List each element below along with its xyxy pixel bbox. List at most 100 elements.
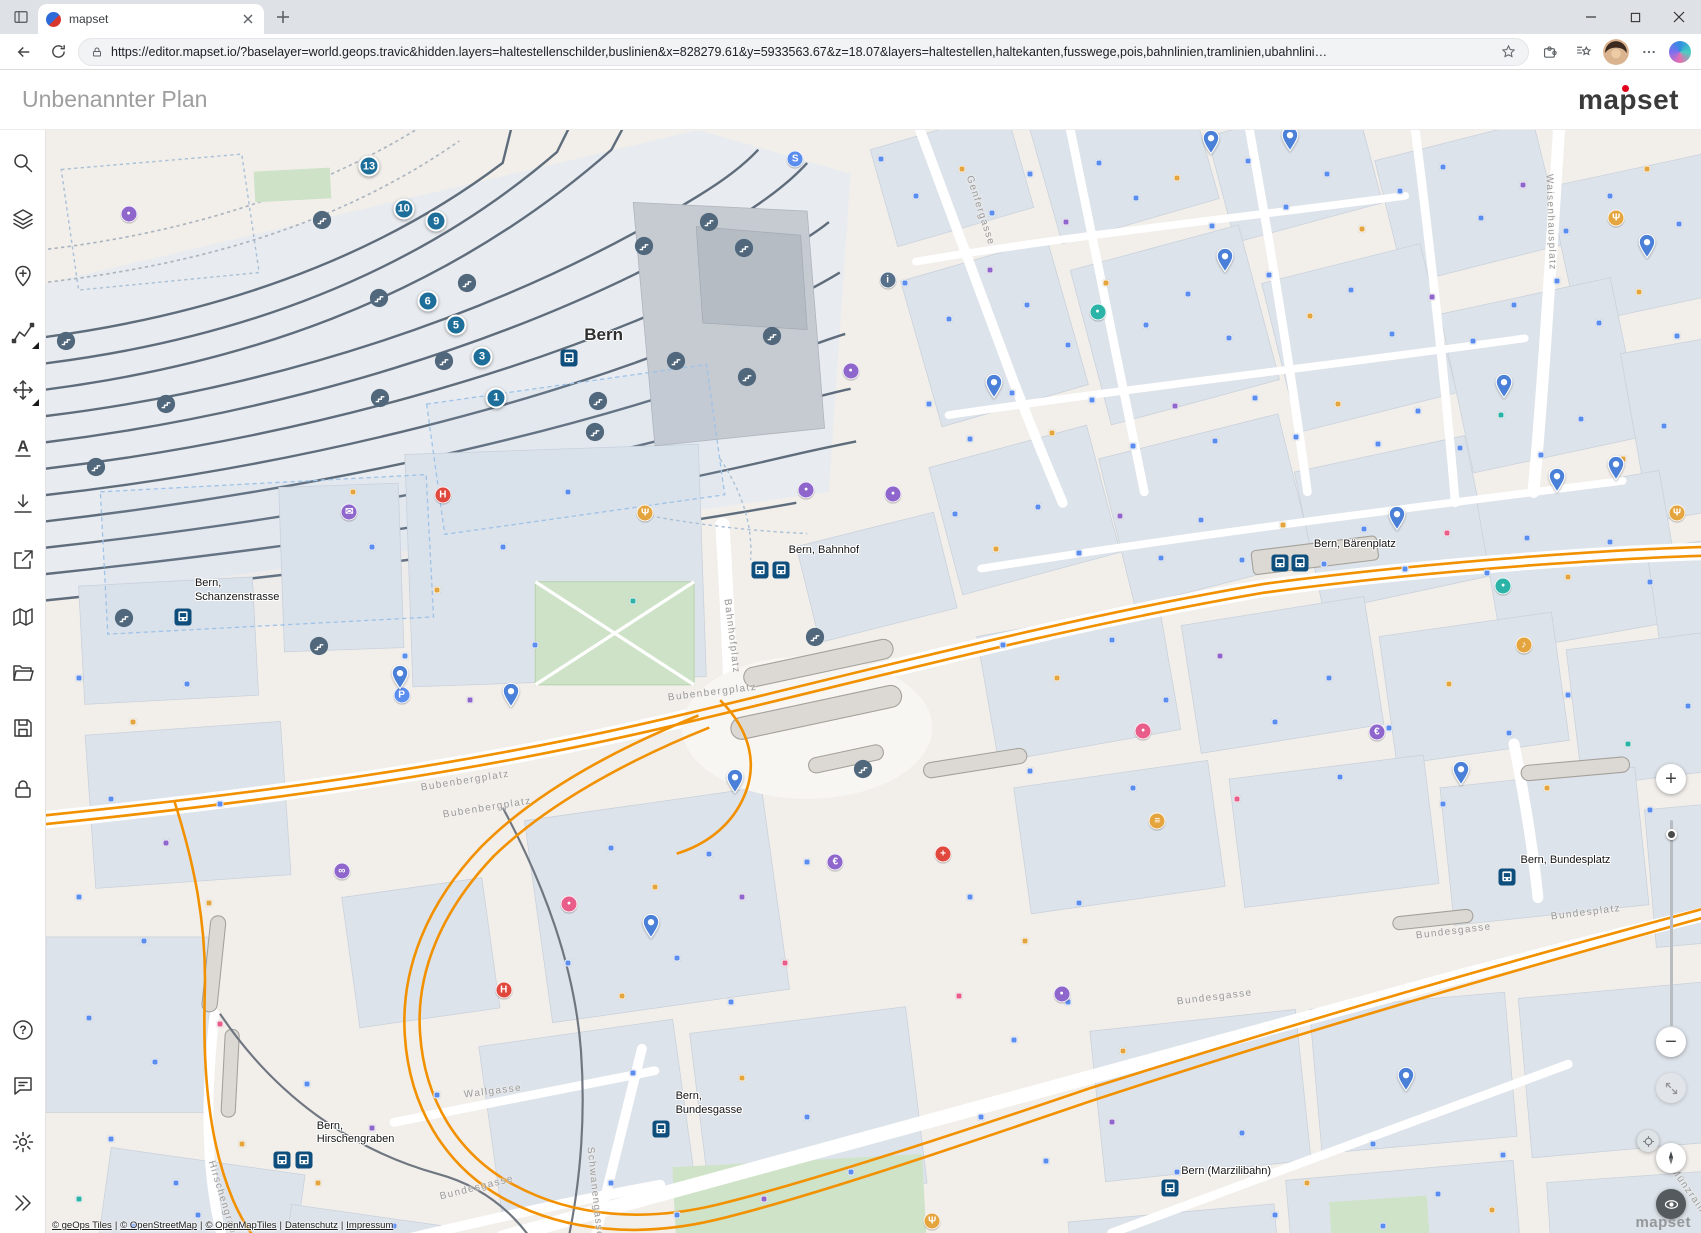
poi-square[interactable]	[1021, 938, 1028, 945]
geolocate-button[interactable]	[1637, 1130, 1659, 1152]
poi-square[interactable]	[1358, 225, 1365, 232]
save-tool-icon[interactable]	[11, 716, 35, 740]
poi-square[interactable]	[1306, 313, 1313, 320]
poi-square[interactable]	[184, 680, 191, 687]
poi-square[interactable]	[1239, 1130, 1246, 1137]
map-pin[interactable]	[1637, 233, 1657, 264]
poi-circle[interactable]: H	[495, 981, 512, 998]
attribution-link[interactable]: Datenschutz	[285, 1220, 338, 1231]
poi-square[interactable]	[1132, 194, 1139, 201]
attribution-link[interactable]: © OpenMapTiles	[205, 1220, 276, 1231]
poi-square[interactable]	[804, 1113, 811, 1120]
escalator-icon[interactable]	[700, 213, 719, 232]
poi-square[interactable]	[1429, 293, 1436, 300]
transit-stop-icon[interactable]	[752, 561, 769, 578]
platform-number-badge[interactable]: 9	[426, 211, 447, 232]
draw-line-tool-icon[interactable]	[11, 321, 35, 345]
poi-circle[interactable]: ∞	[333, 863, 350, 880]
poi-square[interactable]	[1280, 521, 1287, 528]
poi-square[interactable]	[1117, 512, 1124, 519]
poi-square[interactable]	[1497, 412, 1504, 419]
poi-square[interactable]	[1171, 403, 1178, 410]
poi-square[interactable]	[738, 1075, 745, 1082]
poi-square[interactable]	[238, 1141, 245, 1148]
poi-square[interactable]	[532, 642, 539, 649]
poi-circle[interactable]: •	[1053, 985, 1070, 1002]
poi-square[interactable]	[1266, 271, 1273, 278]
poi-square[interactable]	[1483, 569, 1490, 576]
close-icon[interactable]	[1657, 0, 1701, 34]
poi-square[interactable]	[728, 998, 735, 1005]
poi-square[interactable]	[1646, 806, 1653, 813]
poi-square[interactable]	[1415, 407, 1422, 414]
poi-square[interactable]	[1130, 784, 1137, 791]
poi-square[interactable]	[1336, 773, 1343, 780]
transit-stop-icon[interactable]	[295, 1151, 312, 1168]
add-location-tool-icon[interactable]	[11, 264, 35, 288]
poi-square[interactable]	[162, 839, 169, 846]
poi-circle[interactable]: •	[1089, 304, 1106, 321]
poi-square[interactable]	[1184, 291, 1191, 298]
poi-square[interactable]	[564, 960, 571, 967]
platform-number-badge[interactable]: 6	[417, 291, 438, 312]
escalator-icon[interactable]	[313, 210, 332, 229]
poi-square[interactable]	[1326, 675, 1333, 682]
transit-stop-icon[interactable]	[1162, 1180, 1179, 1197]
poi-square[interactable]	[1456, 444, 1463, 451]
poi-square[interactable]	[151, 1058, 158, 1065]
transit-stop-icon[interactable]	[561, 350, 578, 367]
poi-square[interactable]	[75, 1196, 82, 1203]
poi-square[interactable]	[314, 1179, 321, 1186]
poi-square[interactable]	[1565, 691, 1572, 698]
poi-square[interactable]	[1380, 1223, 1387, 1230]
platform-number-badge[interactable]: 13	[358, 156, 379, 177]
tab-close-icon[interactable]	[240, 11, 256, 27]
escalator-icon[interactable]	[805, 627, 824, 646]
poi-square[interactable]	[216, 1020, 223, 1027]
poi-circle[interactable]: •	[798, 481, 815, 498]
tab-layout-icon[interactable]	[8, 4, 34, 30]
escalator-icon[interactable]	[586, 422, 605, 441]
minimize-icon[interactable]	[1569, 0, 1613, 34]
poi-square[interactable]	[958, 166, 965, 173]
platform-number-badge[interactable]: 1	[486, 387, 507, 408]
poi-square[interactable]	[1385, 724, 1392, 731]
poi-square[interactable]	[1563, 227, 1570, 234]
poi-square[interactable]	[986, 267, 993, 274]
poi-square[interactable]	[967, 894, 974, 901]
poi-square[interactable]	[195, 1212, 202, 1219]
escalator-icon[interactable]	[434, 352, 453, 371]
transit-stop-icon[interactable]	[773, 561, 790, 578]
move-arrange-tool-icon[interactable]	[11, 378, 35, 402]
poi-square[interactable]	[1282, 203, 1289, 210]
open-folder-tool-icon[interactable]	[11, 661, 35, 685]
poi-square[interactable]	[1173, 1168, 1180, 1175]
map-pin[interactable]	[1494, 373, 1514, 404]
poi-square[interactable]	[1543, 784, 1550, 791]
poi-square[interactable]	[75, 675, 82, 682]
poi-square[interactable]	[1130, 442, 1137, 449]
help-icon[interactable]: ?	[11, 1018, 35, 1042]
poi-square[interactable]	[1095, 159, 1102, 166]
poi-circle[interactable]: ≡	[1149, 812, 1166, 829]
poi-square[interactable]	[1510, 302, 1517, 309]
poi-square[interactable]	[847, 1168, 854, 1175]
poi-square[interactable]	[1519, 181, 1526, 188]
poi-square[interactable]	[1402, 565, 1409, 572]
poi-square[interactable]	[925, 401, 932, 408]
poi-square[interactable]	[1244, 157, 1251, 164]
poi-square[interactable]	[1478, 214, 1485, 221]
poi-square[interactable]	[1226, 335, 1233, 342]
poi-circle[interactable]: €	[827, 854, 844, 871]
poi-square[interactable]	[1023, 302, 1030, 309]
map-pin[interactable]	[725, 768, 745, 799]
platform-number-badge[interactable]: 3	[472, 346, 493, 367]
poi-circle[interactable]: •	[1135, 722, 1152, 739]
poi-square[interactable]	[1108, 1119, 1115, 1126]
platform-number-badge[interactable]: 5	[445, 315, 466, 336]
poi-circle[interactable]: Ψ	[1669, 504, 1686, 521]
poi-square[interactable]	[1143, 322, 1150, 329]
poi-square[interactable]	[369, 543, 376, 550]
poi-square[interactable]	[1434, 1190, 1441, 1197]
transit-stop-icon[interactable]	[273, 1151, 290, 1168]
